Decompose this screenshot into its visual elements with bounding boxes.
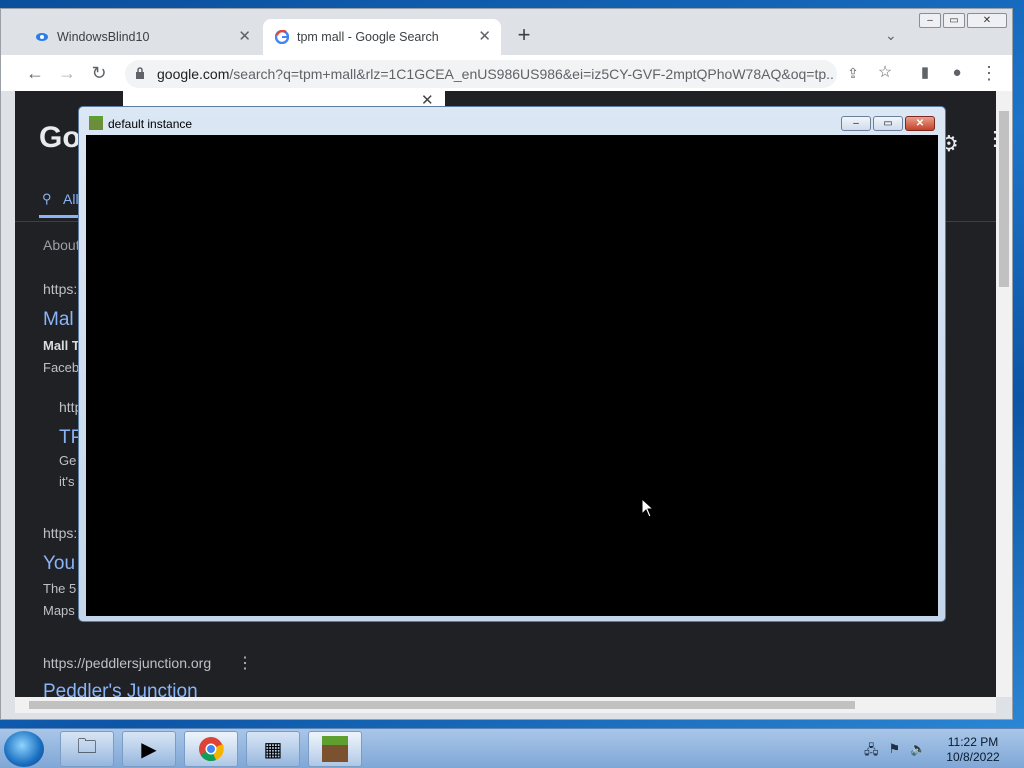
url-path: /search?q=tpm+mall&rlz=1C1GCEA_enUS986US… bbox=[229, 66, 833, 82]
instance-window-controls: ‒ ▭ ✕ bbox=[841, 116, 935, 131]
chrome-icon bbox=[199, 737, 224, 762]
instance-window-title: default instance bbox=[108, 117, 193, 131]
tab-strip: WindowsBlind10 ✕ tpm mall - Google Searc… bbox=[1, 9, 1012, 55]
tab-all-underline bbox=[39, 215, 79, 218]
tab-close-icon[interactable]: ✕ bbox=[238, 28, 251, 46]
result-title[interactable]: Mal bbox=[43, 309, 74, 331]
lock-icon bbox=[136, 67, 144, 79]
start-button[interactable] bbox=[4, 731, 44, 767]
clock-date: 10/8/2022 bbox=[946, 750, 1000, 764]
volume-icon[interactable]: 🔈 bbox=[910, 741, 926, 763]
tab-label: WindowsBlind10 bbox=[57, 30, 150, 44]
maximize-button[interactable]: ▭ bbox=[943, 13, 965, 28]
tab-search-chevron-icon[interactable]: ⌄ bbox=[885, 27, 897, 44]
clock[interactable]: 11:22 PM 10/8/2022 bbox=[930, 735, 1016, 765]
instance-minimize-button[interactable]: ‒ bbox=[841, 116, 871, 131]
tab-windowsblind10[interactable]: WindowsBlind10 ✕ bbox=[23, 19, 261, 55]
google-logo[interactable]: Go bbox=[39, 121, 81, 155]
taskbar-chrome-icon[interactable] bbox=[184, 731, 238, 767]
result-more-kebab-icon[interactable]: ⋮ bbox=[237, 653, 253, 673]
tab-google-search[interactable]: tpm mall - Google Search ✕ bbox=[263, 19, 501, 55]
horizontal-scroll-thumb[interactable] bbox=[29, 701, 855, 709]
result-url[interactable]: https: bbox=[43, 525, 77, 541]
result-snippet: Maps bbox=[43, 603, 75, 618]
instance-window: default instance ‒ ▭ ✕ bbox=[78, 106, 946, 622]
grass-block-icon bbox=[89, 116, 103, 130]
result-url[interactable]: https: bbox=[43, 281, 77, 297]
network-icon[interactable]: 🖧 bbox=[864, 741, 879, 763]
close-button[interactable]: ✕ bbox=[967, 13, 1007, 28]
result-snippet: it's bbox=[59, 474, 75, 489]
vertical-scrollbar[interactable] bbox=[996, 91, 1012, 697]
horizontal-scrollbar[interactable] bbox=[15, 697, 996, 713]
result-snippet: Mall T bbox=[43, 338, 80, 353]
browser-toolbar: ← → ↻ google.com/search?q=tpm+mall&rlz=1… bbox=[1, 55, 1012, 91]
side-panel-icon[interactable]: ▮ bbox=[915, 63, 935, 83]
result-snippet: The 5 bbox=[43, 581, 77, 596]
reload-icon[interactable]: ↻ bbox=[89, 63, 109, 83]
forward-icon[interactable]: → bbox=[57, 63, 77, 83]
google-icon bbox=[275, 30, 289, 44]
grass-block-icon bbox=[322, 736, 348, 762]
taskbar-grass-block-icon[interactable] bbox=[308, 731, 362, 767]
result-snippet: Ge bbox=[59, 453, 77, 468]
address-bar[interactable]: google.com/search?q=tpm+mall&rlz=1C1GCEA… bbox=[125, 60, 837, 88]
taskbar-media-player-icon[interactable]: ▶ bbox=[122, 731, 176, 767]
menu-kebab-icon[interactable]: ⋮ bbox=[979, 63, 999, 83]
system-tray: 🖧 ⚑ 🔈 bbox=[864, 741, 926, 763]
tab-all[interactable]: All bbox=[63, 191, 79, 207]
taskbar-windows-folder-icon[interactable]: ▦ bbox=[246, 731, 300, 767]
result-snippet: Faceb bbox=[43, 360, 80, 375]
url-text: google.com/search?q=tpm+mall&rlz=1C1GCEA… bbox=[157, 66, 833, 82]
action-center-icon[interactable]: ⚑ bbox=[889, 741, 901, 763]
game-canvas[interactable] bbox=[86, 135, 938, 616]
instance-maximize-button[interactable]: ▭ bbox=[873, 116, 903, 131]
clock-time: 11:22 PM bbox=[947, 735, 999, 749]
result-url[interactable]: https://peddlersjunction.org bbox=[43, 655, 211, 671]
result-title[interactable]: You bbox=[43, 553, 75, 575]
window-controls: ‒ ▭ ✕ bbox=[919, 13, 1007, 28]
tab-close-icon[interactable]: ✕ bbox=[478, 28, 491, 46]
profile-icon[interactable]: ● bbox=[947, 63, 967, 83]
mouse-cursor-icon bbox=[641, 498, 655, 518]
search-icon: ⚲ bbox=[42, 191, 52, 206]
minimize-button[interactable]: ‒ bbox=[919, 13, 941, 28]
share-icon[interactable]: ⇪ bbox=[843, 63, 863, 83]
new-tab-icon[interactable]: + bbox=[513, 24, 535, 47]
windowblinds-icon bbox=[36, 33, 48, 41]
back-icon[interactable]: ← bbox=[25, 63, 45, 83]
results-about: About bbox=[43, 237, 80, 253]
taskbar-explorer-icon[interactable]: 🗀 bbox=[60, 731, 114, 767]
taskbar: 🗀 ▶ ▦ 🖧 ⚑ 🔈 11:22 PM 10/8/2022 bbox=[0, 728, 1024, 768]
apps-kebab-icon[interactable]: ⋮ bbox=[985, 129, 996, 149]
bookmark-star-icon[interactable]: ☆ bbox=[875, 63, 895, 83]
instance-close-button[interactable]: ✕ bbox=[905, 116, 935, 131]
result-title[interactable]: Peddler's Junction bbox=[43, 681, 198, 697]
url-host: google.com bbox=[157, 66, 230, 82]
tab-label: tpm mall - Google Search bbox=[297, 30, 439, 44]
vertical-scroll-thumb[interactable] bbox=[999, 111, 1009, 287]
